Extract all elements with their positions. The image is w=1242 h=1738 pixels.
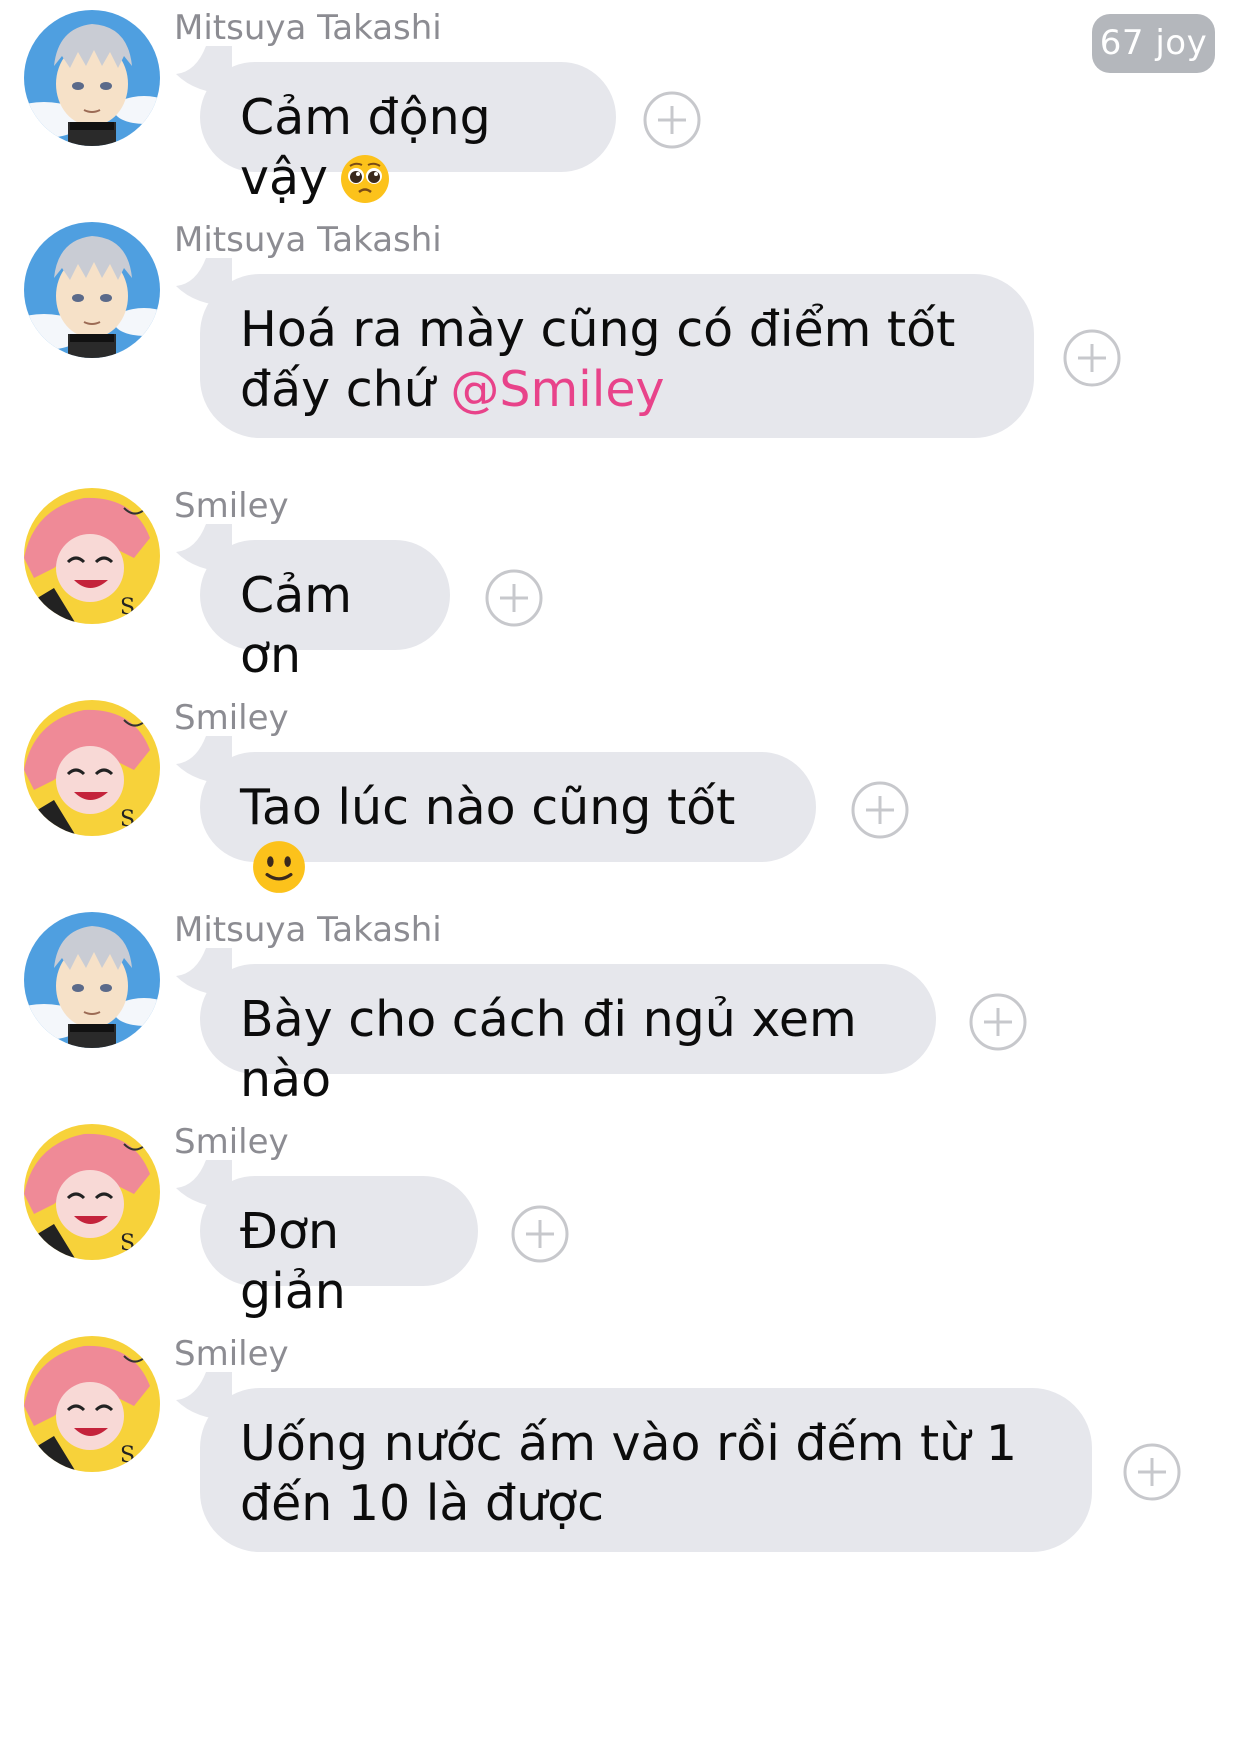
mention-link[interactable]: @Smiley <box>450 361 664 418</box>
avatar-mitsuya[interactable] <box>24 222 160 358</box>
pleading-face-icon <box>340 154 390 218</box>
message-bubble[interactable]: Cảm động vậy <box>200 62 616 206</box>
message-bubble[interactable]: Tao lúc nào cũng tốt <box>200 752 816 893</box>
plus-circle-icon[interactable] <box>484 568 544 628</box>
plus-circle-icon[interactable] <box>850 780 910 840</box>
avatar-mitsuya[interactable] <box>24 10 160 146</box>
plus-circle-icon[interactable] <box>1122 1442 1182 1502</box>
message-bubble[interactable]: Hoá ra mày cũng có điểm tốt đấy chứ @Smi… <box>200 274 1034 438</box>
plus-circle-icon[interactable] <box>968 992 1028 1052</box>
sender-name: Smiley <box>174 1122 289 1162</box>
plus-circle-icon[interactable] <box>1062 328 1122 388</box>
message-text: Cảm ơn <box>240 567 352 684</box>
avatar-smiley[interactable]: S <box>24 1124 160 1260</box>
avatar-smiley[interactable]: S <box>24 488 160 624</box>
sender-name: Mitsuya Takashi <box>174 8 442 48</box>
sender-name: Smiley <box>174 486 289 526</box>
svg-text:S: S <box>120 1443 135 1468</box>
message-bubble[interactable]: Cảm ơn <box>200 540 450 684</box>
message-text: Bày cho cách đi ngủ xem nào <box>240 991 857 1108</box>
message-bubble[interactable]: Uống nước ấm vào rồi đếm từ 1 đến 10 là … <box>200 1388 1092 1552</box>
message-text: Tao lúc nào cũng tốt <box>240 779 736 836</box>
message-bubble[interactable]: Đơn giản <box>200 1176 478 1320</box>
sender-name: Smiley <box>174 698 289 738</box>
message-bubble[interactable]: Bày cho cách đi ngủ xem nào <box>200 964 936 1108</box>
svg-text:S: S <box>120 595 135 620</box>
avatar-smiley[interactable]: S <box>24 700 160 836</box>
avatar-smiley[interactable]: S <box>24 1336 160 1472</box>
sender-name: Mitsuya Takashi <box>174 910 442 950</box>
message-text: Đơn giản <box>240 1203 346 1320</box>
reaction-count-badge[interactable]: 67 joy <box>1092 14 1215 73</box>
sender-name: Smiley <box>174 1334 289 1374</box>
svg-text:S: S <box>120 807 135 832</box>
svg-text:S: S <box>120 1231 135 1256</box>
slightly-smiling-face-icon <box>252 840 306 908</box>
sender-name: Mitsuya Takashi <box>174 220 442 260</box>
avatar-mitsuya[interactable] <box>24 912 160 1048</box>
plus-circle-icon[interactable] <box>510 1204 570 1264</box>
plus-circle-icon[interactable] <box>642 90 702 150</box>
message-text: Uống nước ấm vào rồi đếm từ 1 đến 10 là … <box>240 1415 1017 1532</box>
